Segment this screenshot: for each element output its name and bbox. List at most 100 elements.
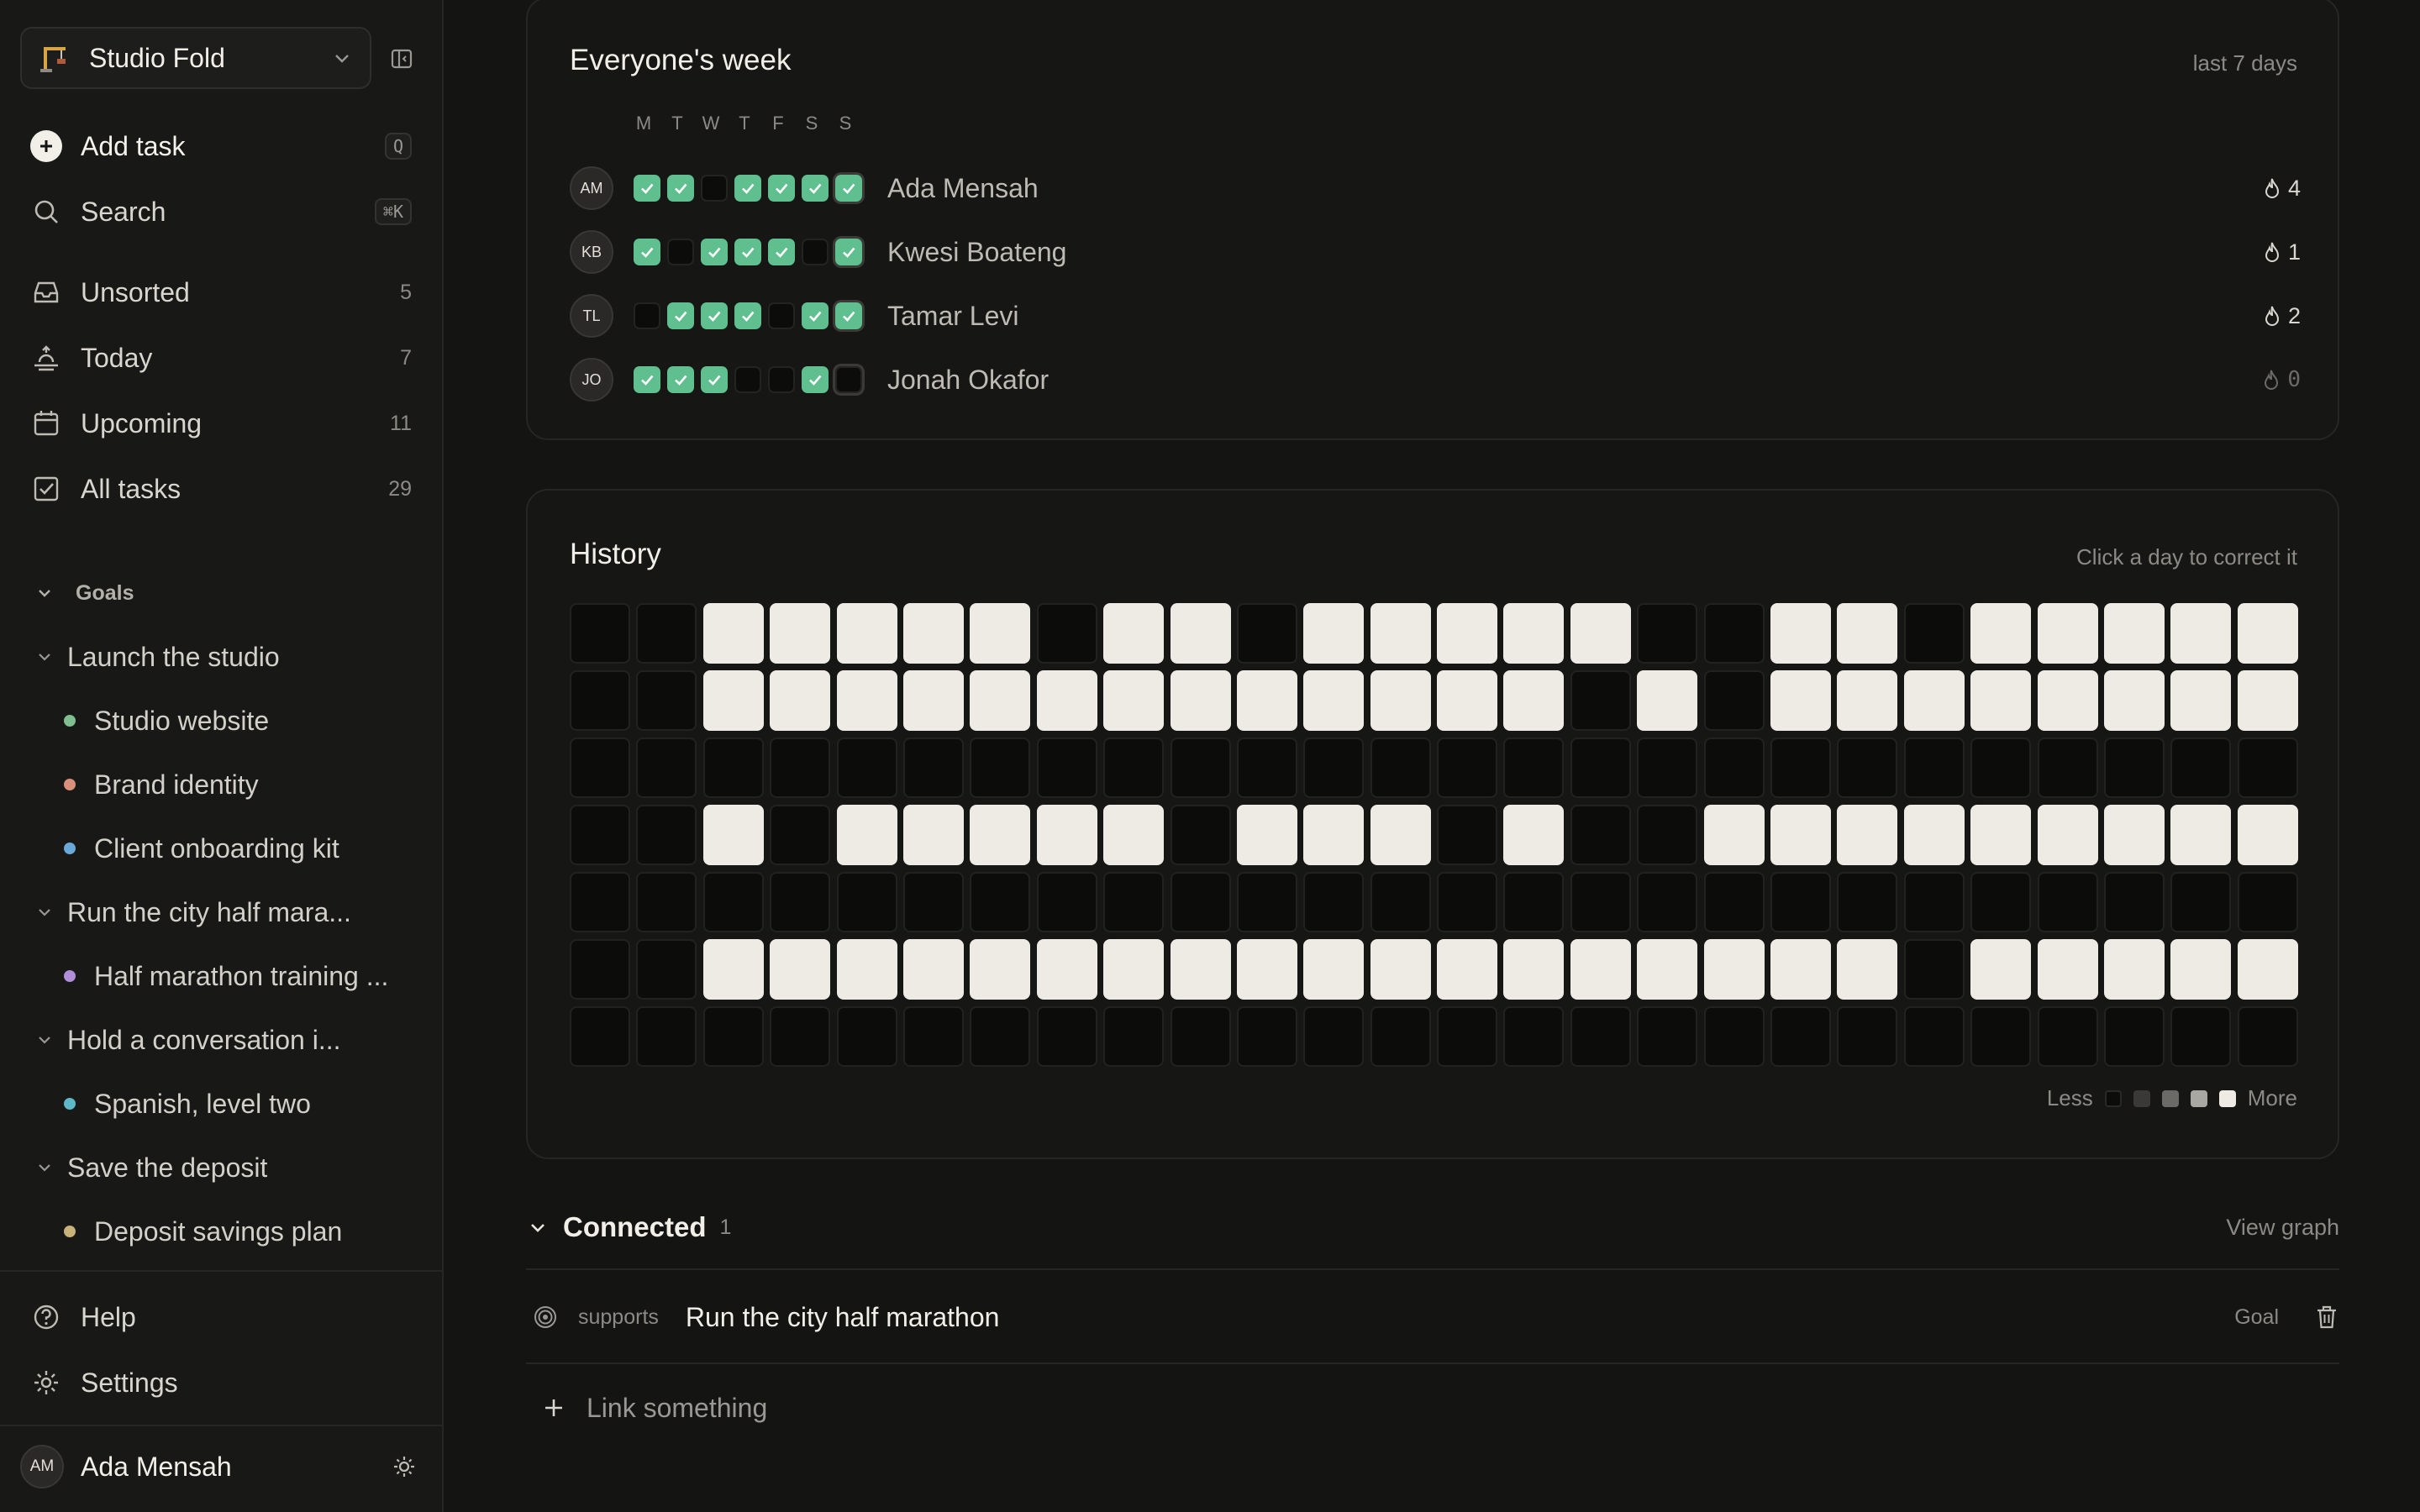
heatmap-day-cell[interactable]	[1170, 805, 1231, 865]
heatmap-day-cell[interactable]	[1103, 872, 1165, 932]
search-button[interactable]: Search ⌘K	[30, 188, 412, 235]
day-check[interactable]	[634, 302, 660, 329]
heatmap-day-cell[interactable]	[1770, 1006, 1832, 1067]
day-check[interactable]	[701, 239, 728, 265]
heatmap-day-cell[interactable]	[1236, 872, 1297, 932]
heatmap-day-cell[interactable]	[1303, 1006, 1365, 1067]
heatmap-day-cell[interactable]	[1770, 939, 1832, 1000]
heatmap-day-cell[interactable]	[1837, 872, 1898, 932]
heatmap-day-cell[interactable]	[1837, 670, 1898, 731]
heatmap-day-cell[interactable]	[1170, 738, 1231, 798]
heatmap-day-cell[interactable]	[2103, 603, 2165, 664]
heatmap-day-cell[interactable]	[1170, 872, 1231, 932]
heatmap-day-cell[interactable]	[1970, 805, 2032, 865]
heatmap-day-cell[interactable]	[636, 738, 697, 798]
heatmap-day-cell[interactable]	[1437, 872, 1498, 932]
heatmap-day-cell[interactable]	[1370, 805, 1431, 865]
heatmap-day-cell[interactable]	[836, 1006, 897, 1067]
heatmap-day-cell[interactable]	[970, 872, 1031, 932]
heatmap-day-cell[interactable]	[702, 738, 764, 798]
heatmap-day-cell[interactable]	[1970, 603, 2032, 664]
heatmap-day-cell[interactable]	[1170, 603, 1231, 664]
heatmap-day-cell[interactable]	[902, 738, 964, 798]
heatmap-day-cell[interactable]	[836, 939, 897, 1000]
heatmap-day-cell[interactable]	[1903, 1006, 1965, 1067]
heatmap-day-cell[interactable]	[1703, 603, 1765, 664]
heatmap-day-cell[interactable]	[1103, 939, 1165, 1000]
heatmap-day-cell[interactable]	[970, 738, 1031, 798]
heatmap-day-cell[interactable]	[1170, 939, 1231, 1000]
heatmap-day-cell[interactable]	[1770, 603, 1832, 664]
heatmap-day-cell[interactable]	[570, 738, 630, 798]
heatmap-day-cell[interactable]	[970, 1006, 1031, 1067]
heatmap-day-cell[interactable]	[1503, 872, 1565, 932]
heatmap-day-cell[interactable]	[636, 603, 697, 664]
heatmap-day-cell[interactable]	[1770, 805, 1832, 865]
heatmap-day-cell[interactable]	[2103, 670, 2165, 731]
delete-link-button[interactable]	[2314, 1304, 2339, 1331]
heatmap-day-cell[interactable]	[1236, 1006, 1297, 1067]
heatmap-day-cell[interactable]	[2037, 603, 2098, 664]
heatmap-day-cell[interactable]	[702, 1006, 764, 1067]
add-task-button[interactable]: Add task Q	[30, 123, 412, 170]
heatmap-day-cell[interactable]	[2170, 1006, 2232, 1067]
goal-item[interactable]: Save the deposit	[35, 1146, 405, 1189]
heatmap-day-cell[interactable]	[1170, 670, 1231, 731]
heatmap-day-cell[interactable]	[2237, 603, 2298, 664]
connection-row[interactable]: supports Run the city half marathon Goal	[533, 1290, 2339, 1344]
heatmap-day-cell[interactable]	[1437, 670, 1498, 731]
heatmap-day-cell[interactable]	[902, 603, 964, 664]
heatmap-day-cell[interactable]	[1236, 603, 1297, 664]
heatmap-day-cell[interactable]	[1637, 738, 1698, 798]
heatmap-day-cell[interactable]	[636, 939, 697, 1000]
day-check[interactable]	[835, 239, 862, 265]
heatmap-day-cell[interactable]	[1503, 939, 1565, 1000]
heatmap-day-cell[interactable]	[1903, 939, 1965, 1000]
collapse-sidebar-button[interactable]	[388, 45, 415, 72]
heatmap-day-cell[interactable]	[1637, 939, 1698, 1000]
heatmap-day-cell[interactable]	[1903, 738, 1965, 798]
heatmap-day-cell[interactable]	[970, 939, 1031, 1000]
day-check[interactable]	[734, 366, 761, 393]
heatmap-day-cell[interactable]	[1503, 738, 1565, 798]
heatmap-day-cell[interactable]	[836, 603, 897, 664]
heatmap-day-cell[interactable]	[1570, 939, 1631, 1000]
heatmap-day-cell[interactable]	[1036, 603, 1097, 664]
heatmap-day-cell[interactable]	[1703, 738, 1765, 798]
heatmap-day-cell[interactable]	[1970, 1006, 2032, 1067]
heatmap-day-cell[interactable]	[2170, 939, 2232, 1000]
heatmap-day-cell[interactable]	[2237, 805, 2298, 865]
day-check[interactable]	[734, 239, 761, 265]
heatmap-day-cell[interactable]	[770, 805, 831, 865]
heatmap-day-cell[interactable]	[702, 805, 764, 865]
heatmap-day-cell[interactable]	[836, 670, 897, 731]
heatmap-day-cell[interactable]	[1103, 1006, 1165, 1067]
heatmap-day-cell[interactable]	[770, 939, 831, 1000]
day-check[interactable]	[835, 302, 862, 329]
heatmap-day-cell[interactable]	[636, 805, 697, 865]
goal-item[interactable]: Hold a conversation i...	[35, 1018, 405, 1062]
heatmap-day-cell[interactable]	[1703, 1006, 1765, 1067]
heatmap-day-cell[interactable]	[1303, 805, 1365, 865]
heatmap-day-cell[interactable]	[570, 1006, 630, 1067]
heatmap-day-cell[interactable]	[1770, 670, 1832, 731]
heatmap-day-cell[interactable]	[1370, 670, 1431, 731]
heatmap-day-cell[interactable]	[1770, 872, 1832, 932]
goal-subitem[interactable]: Deposit savings plan	[64, 1210, 408, 1253]
heatmap-day-cell[interactable]	[1170, 1006, 1231, 1067]
day-check[interactable]	[768, 175, 795, 202]
heatmap-day-cell[interactable]	[1703, 805, 1765, 865]
heatmap-day-cell[interactable]	[836, 872, 897, 932]
heatmap-day-cell[interactable]	[636, 670, 697, 731]
heatmap-day-cell[interactable]	[2170, 670, 2232, 731]
heatmap-day-cell[interactable]	[2170, 872, 2232, 932]
heatmap-day-cell[interactable]	[2170, 603, 2232, 664]
heatmap-day-cell[interactable]	[1570, 738, 1631, 798]
heatmap-day-cell[interactable]	[2170, 805, 2232, 865]
heatmap-day-cell[interactable]	[2237, 939, 2298, 1000]
heatmap-day-cell[interactable]	[2103, 1006, 2165, 1067]
heatmap-day-cell[interactable]	[570, 670, 630, 731]
heatmap-day-cell[interactable]	[1036, 872, 1097, 932]
heatmap-day-cell[interactable]	[970, 670, 1031, 731]
heatmap-day-cell[interactable]	[2103, 872, 2165, 932]
